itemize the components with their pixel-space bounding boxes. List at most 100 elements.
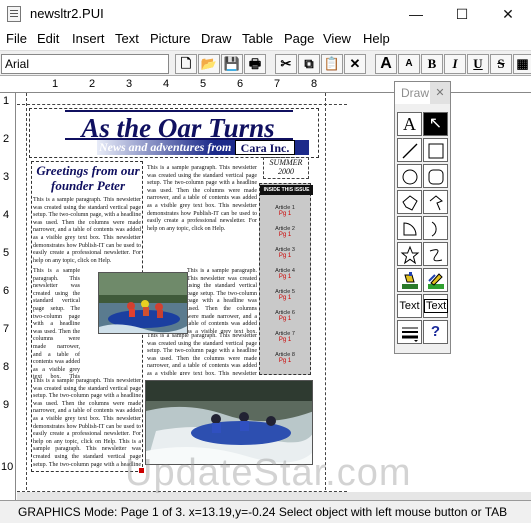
menu-view[interactable]: View xyxy=(323,31,351,46)
minimize-button[interactable]: — xyxy=(393,0,439,28)
rounded-rectangle-tool[interactable] xyxy=(423,164,448,188)
ruler-number: 4 xyxy=(3,209,10,221)
app-document-icon xyxy=(7,6,21,22)
body-paragraph[interactable]: This is a sample paragraph. This newslet… xyxy=(33,268,80,378)
tagline-company[interactable]: Cara Inc. xyxy=(235,140,295,155)
top-ruler: 1 2 3 4 5 6 7 8 xyxy=(0,77,531,93)
draw-palette-titlebar[interactable]: Draw ✕ xyxy=(395,82,450,104)
toc-item: Article 3 Pg 1 xyxy=(261,247,309,259)
menu-help[interactable]: Help xyxy=(363,31,390,46)
rafting-photo[interactable] xyxy=(98,272,188,334)
toc-item-page: Pg 1 xyxy=(278,358,292,364)
ruler-number: 7 xyxy=(274,78,281,90)
save-icon[interactable]: 💾 xyxy=(221,54,243,74)
paste-icon[interactable]: 📋 xyxy=(321,54,343,74)
line-color-tool[interactable] xyxy=(423,268,448,292)
toc-item-page: Pg 1 xyxy=(278,295,292,301)
body-paragraph[interactable]: This is a sample paragraph. This newslet… xyxy=(33,197,141,265)
menu-page[interactable]: Page xyxy=(284,31,314,46)
title-bar: newsltr2.PUI — ☐ ✕ xyxy=(0,0,531,28)
line-tool[interactable] xyxy=(397,138,422,162)
body-paragraph[interactable]: This is a sample paragraph. This newslet… xyxy=(147,333,257,375)
copy-icon[interactable]: ⧉ xyxy=(298,54,320,74)
select-tool[interactable]: ↖ xyxy=(423,112,448,136)
page-workspace[interactable]: As the Oar Turns News and adventures fro… xyxy=(17,93,531,500)
font-shrink-icon[interactable]: A xyxy=(398,54,420,74)
ruler-number: 2 xyxy=(89,78,96,90)
star-tool[interactable] xyxy=(397,242,422,266)
ellipse-tool[interactable] xyxy=(397,164,422,188)
line-style-tool[interactable] xyxy=(397,320,422,344)
ruler-number: 1 xyxy=(3,95,10,107)
font-grow-icon[interactable]: A xyxy=(375,54,397,74)
pie-tool[interactable] xyxy=(397,216,422,240)
delete-icon[interactable]: ✕ xyxy=(344,54,366,74)
underline-icon[interactable]: U xyxy=(467,54,489,74)
ruler-number: 6 xyxy=(3,285,10,297)
curve-tool[interactable] xyxy=(423,242,448,266)
ruler-number: 8 xyxy=(3,361,10,373)
toc-item-page: Pg 1 xyxy=(278,211,292,217)
toc-item-page: Pg 1 xyxy=(278,316,292,322)
ruler-number: 4 xyxy=(163,78,170,90)
toc-item: Article 8 Pg 1 xyxy=(261,352,309,364)
fill-color-tool[interactable] xyxy=(397,268,422,292)
menu-file[interactable]: File xyxy=(6,31,27,46)
ruler-number: 5 xyxy=(3,247,10,259)
toc-item-page: Pg 1 xyxy=(278,337,292,343)
ruler-number: 3 xyxy=(126,78,133,90)
draw-palette: Draw ✕ A ↖ Text Text ? xyxy=(394,81,451,354)
greeting-heading[interactable]: Greetings from our founder Peter xyxy=(33,163,143,193)
menu-edit[interactable]: Edit xyxy=(37,31,59,46)
polygon-icon xyxy=(401,195,418,211)
line-icon xyxy=(402,143,417,159)
line-style-icon xyxy=(401,327,418,342)
strikethrough-icon[interactable]: S xyxy=(490,54,512,74)
arc-tool[interactable] xyxy=(423,216,448,240)
menu-picture[interactable]: Picture xyxy=(150,31,190,46)
ruler-number: 5 xyxy=(200,78,207,90)
menu-text[interactable]: Text xyxy=(115,31,139,46)
open-folder-icon[interactable]: 📂 xyxy=(198,54,220,74)
new-document-icon[interactable]: 🗋 xyxy=(175,54,197,74)
menu-table[interactable]: Table xyxy=(242,31,273,46)
text-label-tool[interactable]: Text xyxy=(397,294,422,318)
toc-item: Article 1 Pg 1 xyxy=(261,205,309,217)
font-name-field[interactable]: Arial xyxy=(1,54,169,74)
ruler-number: 3 xyxy=(3,171,10,183)
ellipse-icon xyxy=(402,169,417,185)
help-tool[interactable]: ? xyxy=(423,320,448,344)
margin-guide xyxy=(26,93,27,500)
freeform-tool[interactable] xyxy=(423,190,448,214)
text-box-tool[interactable]: Text xyxy=(423,294,449,318)
text-tool[interactable]: A xyxy=(397,112,422,136)
italic-icon[interactable]: I xyxy=(444,54,466,74)
polygon-tool[interactable] xyxy=(397,190,422,214)
toc-item: Article 2 Pg 1 xyxy=(261,226,309,238)
palette-close-icon[interactable]: ✕ xyxy=(430,82,450,104)
pencil-icon xyxy=(427,273,444,289)
bold-icon[interactable]: B xyxy=(421,54,443,74)
close-button[interactable]: ✕ xyxy=(485,0,531,28)
table-icon[interactable]: ▦ xyxy=(513,54,531,74)
rectangle-tool[interactable] xyxy=(423,138,448,162)
menu-insert[interactable]: Insert xyxy=(72,31,105,46)
ruler-number: 7 xyxy=(3,323,10,335)
maximize-button[interactable]: ☐ xyxy=(439,0,485,28)
menu-draw[interactable]: Draw xyxy=(201,31,231,46)
freeform-icon xyxy=(429,195,443,211)
toc-item-page: Pg 1 xyxy=(278,274,292,280)
ruler-number: 10 xyxy=(1,461,14,473)
body-paragraph[interactable]: This is a sample paragraph. This newslet… xyxy=(147,165,257,268)
arc-icon xyxy=(431,221,437,237)
menu-bar: File Edit Insert Text Picture Draw Table… xyxy=(0,28,531,48)
body-paragraph[interactable]: This is a sample paragraph. This newslet… xyxy=(187,268,257,333)
watermark: UpdateStar.com xyxy=(125,452,412,494)
pie-icon xyxy=(403,222,417,236)
issue-date[interactable]: SUMMER 2000 xyxy=(263,157,309,179)
ruler-number: 6 xyxy=(237,78,244,90)
cut-icon[interactable]: ✂ xyxy=(275,54,297,74)
toc-item: Article 6 Pg 1 xyxy=(261,310,309,322)
print-icon[interactable]: 🖶 xyxy=(244,54,266,74)
toc-item-page: Pg 1 xyxy=(278,232,292,238)
